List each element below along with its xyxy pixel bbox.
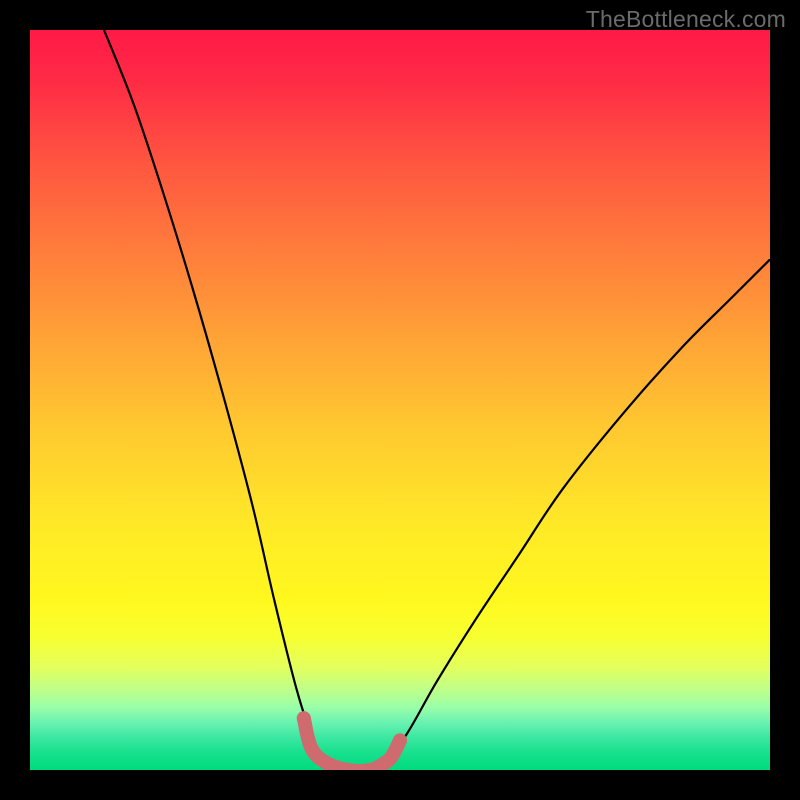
- optimal-point: [319, 756, 333, 770]
- plot-area: [30, 30, 770, 770]
- outer-frame: TheBottleneck.com: [0, 0, 800, 800]
- optimal-point: [393, 733, 407, 747]
- watermark-text: TheBottleneck.com: [586, 6, 786, 33]
- optimal-point: [304, 741, 318, 755]
- bottleneck-chart: [30, 30, 770, 770]
- optimal-point: [297, 711, 311, 725]
- optimal-point: [386, 748, 400, 762]
- gradient-background: [30, 30, 770, 770]
